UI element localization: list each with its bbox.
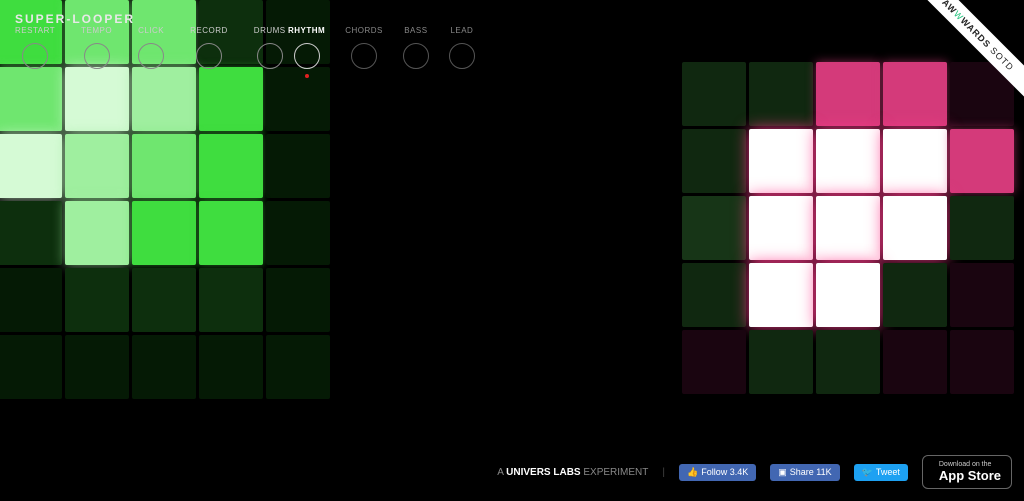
share-icon: ▣	[778, 467, 787, 478]
divider: |	[662, 467, 665, 478]
pad[interactable]	[132, 268, 196, 332]
pad[interactable]	[950, 196, 1014, 260]
pad[interactable]	[883, 263, 947, 327]
drums-knob-icon	[257, 43, 283, 69]
click-control[interactable]: CLICK	[138, 26, 164, 69]
click-label: CLICK	[138, 26, 164, 35]
tab-lead[interactable]: LEAD	[449, 26, 475, 69]
knob-icon	[403, 43, 429, 69]
pad[interactable]	[199, 335, 263, 399]
tempo-knob-icon	[84, 43, 110, 69]
footer: A UNIVERS LABS EXPERIMENT | 👍Follow 3.4K…	[497, 455, 1012, 489]
ribbon-text: AWWWARDS SOTD	[914, 0, 1024, 106]
facebook-follow-button[interactable]: 👍Follow 3.4K	[679, 464, 756, 481]
pad[interactable]	[266, 134, 330, 198]
pad[interactable]	[682, 129, 746, 193]
restart-label: RESTART	[15, 26, 55, 35]
pad[interactable]	[682, 62, 746, 126]
pad[interactable]	[65, 134, 129, 198]
app-store-button[interactable]: Download on the App Store	[922, 455, 1012, 489]
record-control[interactable]: RECORD	[190, 26, 228, 69]
pad[interactable]	[883, 129, 947, 193]
footer-credit: A UNIVERS LABS EXPERIMENT	[497, 467, 648, 478]
pad[interactable]	[816, 263, 880, 327]
active-indicator-icon	[305, 74, 309, 78]
pad[interactable]	[0, 335, 62, 399]
pad[interactable]	[749, 263, 813, 327]
pad[interactable]	[199, 67, 263, 131]
click-knob-icon	[138, 43, 164, 69]
pad[interactable]	[65, 67, 129, 131]
pad[interactable]	[199, 134, 263, 198]
tab-chords[interactable]: CHORDS	[345, 26, 383, 69]
pad[interactable]	[950, 129, 1014, 193]
record-knob-icon	[196, 43, 222, 69]
appstore-big: App Store	[939, 469, 1001, 483]
tempo-control[interactable]: TEMPO	[81, 26, 112, 69]
pad[interactable]	[682, 330, 746, 394]
pad[interactable]	[65, 268, 129, 332]
thumb-icon: 👍	[687, 467, 698, 478]
pad[interactable]	[132, 134, 196, 198]
transport-controls: RESTART TEMPO CLICK RECORD DRUMS	[15, 26, 286, 69]
pad[interactable]	[0, 268, 62, 332]
facebook-share-button[interactable]: ▣Share 11K	[770, 464, 839, 481]
app-logo: SUPER-LOOPER	[15, 12, 135, 26]
pad[interactable]	[816, 62, 880, 126]
right-pad-grid	[682, 62, 1014, 394]
pad[interactable]	[65, 335, 129, 399]
pad[interactable]	[266, 335, 330, 399]
pad[interactable]	[816, 330, 880, 394]
tab-rhythm-label: RHYTHM	[288, 26, 325, 35]
pad[interactable]	[749, 196, 813, 260]
pad[interactable]	[950, 263, 1014, 327]
pad[interactable]	[266, 67, 330, 131]
pad[interactable]	[132, 201, 196, 265]
pad[interactable]	[0, 67, 62, 131]
pad[interactable]	[199, 201, 263, 265]
pad[interactable]	[0, 134, 62, 198]
pad[interactable]	[950, 330, 1014, 394]
pad[interactable]	[132, 67, 196, 131]
tab-rhythm[interactable]: RHYTHM	[288, 26, 325, 69]
knob-icon	[351, 43, 377, 69]
restart-control[interactable]: RESTART	[15, 26, 55, 69]
knob-icon	[449, 43, 475, 69]
pad[interactable]	[682, 263, 746, 327]
pad[interactable]	[266, 201, 330, 265]
twitter-tweet-button[interactable]: 🐦Tweet	[854, 464, 908, 481]
drums-label: DRUMS	[254, 26, 286, 35]
tab-bass[interactable]: BASS	[403, 26, 429, 69]
restart-knob-icon	[22, 43, 48, 69]
section-tabs: RHYTHM CHORDS BASS LEAD	[288, 26, 475, 69]
tab-chords-label: CHORDS	[345, 26, 383, 35]
tab-bass-label: BASS	[404, 26, 427, 35]
pad[interactable]	[682, 196, 746, 260]
pad[interactable]	[816, 129, 880, 193]
pad[interactable]	[132, 335, 196, 399]
bird-icon: 🐦	[862, 467, 873, 478]
pad[interactable]	[65, 201, 129, 265]
pad[interactable]	[0, 201, 62, 265]
pad[interactable]	[199, 268, 263, 332]
record-label: RECORD	[190, 26, 228, 35]
tempo-label: TEMPO	[81, 26, 112, 35]
knob-icon	[294, 43, 320, 69]
pad[interactable]	[749, 62, 813, 126]
pad[interactable]	[883, 196, 947, 260]
awwwards-ribbon[interactable]: AWWWARDS SOTD	[914, 0, 1024, 110]
pad[interactable]	[749, 330, 813, 394]
drums-control[interactable]: DRUMS	[254, 26, 286, 69]
pad[interactable]	[749, 129, 813, 193]
pad[interactable]	[266, 268, 330, 332]
pad[interactable]	[883, 330, 947, 394]
tab-lead-label: LEAD	[450, 26, 473, 35]
pad[interactable]	[816, 196, 880, 260]
